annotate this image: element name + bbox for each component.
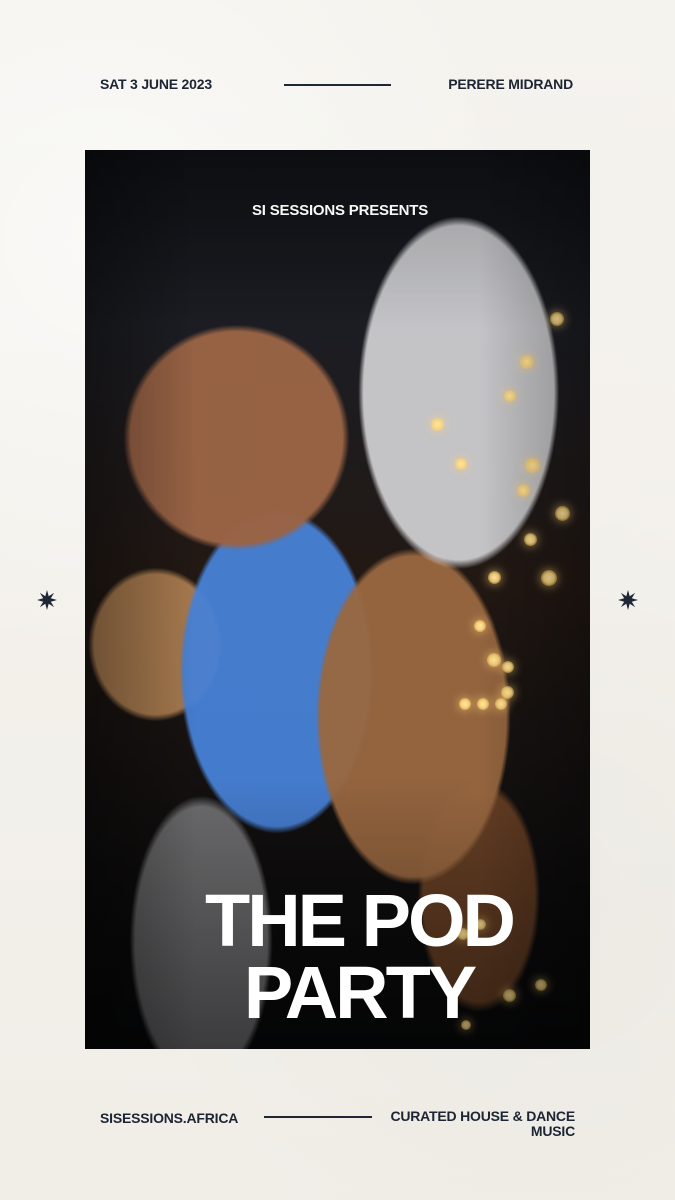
- website-link: SISESSIONS.AFRICA: [100, 1110, 239, 1126]
- music-genre: CURATED HOUSE & DANCE MUSIC: [390, 1108, 575, 1139]
- header-divider: [284, 84, 391, 86]
- star-icon: [37, 590, 57, 610]
- presents-label: SI SESSIONS PRESENTS: [252, 202, 429, 219]
- poster-footer: SISESSIONS.AFRICA CURATED HOUSE & DANCE …: [0, 1098, 675, 1139]
- party-photo: SI SESSIONS PRESENTS THE POD PARTY: [85, 150, 590, 1049]
- poster-header: SAT 3 JUNE 2023 PERERE MIDRAND: [0, 64, 675, 104]
- event-title: THE POD PARTY: [205, 879, 516, 1034]
- star-icon: [618, 590, 638, 610]
- footer-divider: [264, 1116, 372, 1118]
- event-date: SAT 3 JUNE 2023: [100, 76, 212, 92]
- event-venue: PERERE MIDRAND: [448, 76, 573, 92]
